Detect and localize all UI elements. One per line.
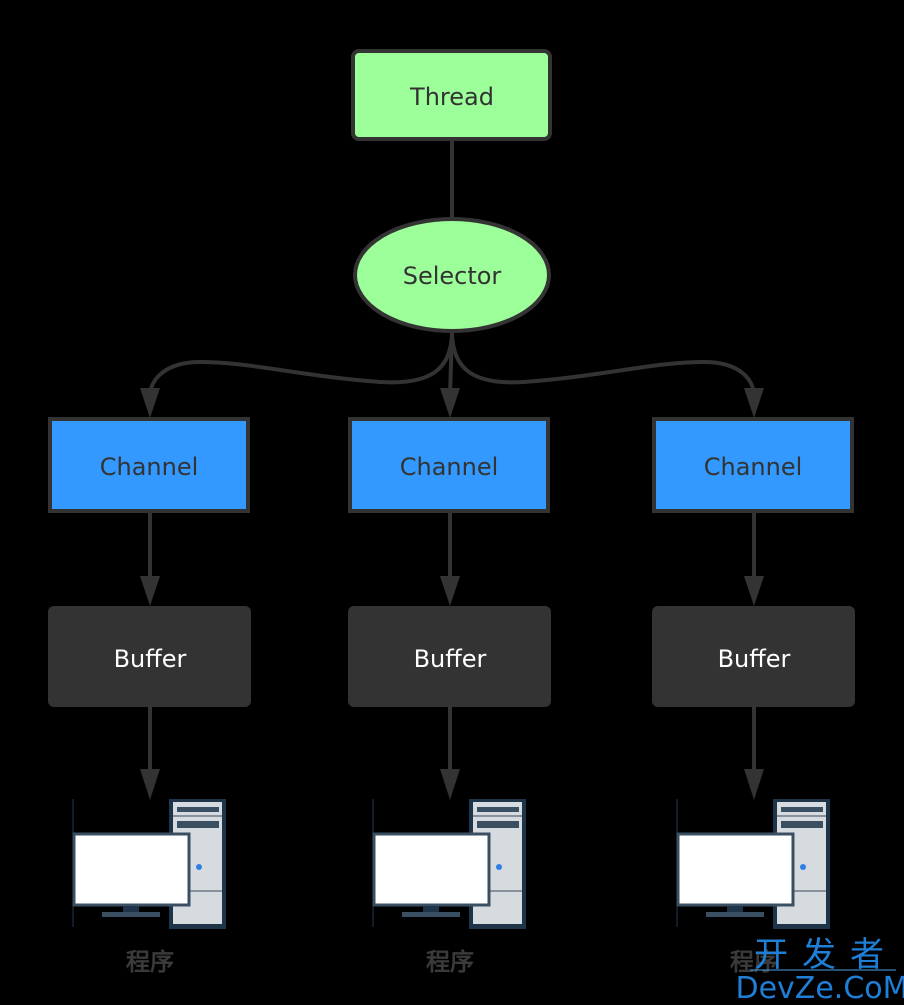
drive-bay-2 <box>781 821 823 828</box>
buffer-label: Buffer <box>114 645 187 673</box>
drive-bay-2 <box>177 821 219 828</box>
arrowhead-program <box>140 769 160 800</box>
monitor-base <box>102 912 160 917</box>
buffer-node[interactable]: Buffer <box>348 606 551 707</box>
column-2: Channel Buffer 程序 <box>348 417 551 976</box>
watermark: 开发者 DevZe.CoM <box>735 935 904 1005</box>
monitor-screen <box>676 832 795 907</box>
arrowhead-program <box>744 769 764 800</box>
thread-node[interactable]: Thread <box>351 49 552 141</box>
program-label: 程序 <box>126 948 174 976</box>
channel-label: Channel <box>704 453 803 481</box>
buffer-label: Buffer <box>718 645 791 673</box>
column-3: Channel Buffer 程序 <box>652 417 855 976</box>
selector-node[interactable]: Selector <box>353 217 551 333</box>
computer-icon <box>72 799 226 929</box>
monitor-base <box>402 912 460 917</box>
computer-icon <box>676 799 830 929</box>
channel-label: Channel <box>100 453 199 481</box>
monitor-neck <box>727 906 743 913</box>
arrowhead-program <box>440 769 460 800</box>
diagram-canvas: Thread Selector Channel Buffer 程序 Channe… <box>48 49 904 1005</box>
drive-bay-1 <box>177 807 219 812</box>
channel-label: Channel <box>400 453 499 481</box>
channel-node[interactable]: Channel <box>48 417 250 513</box>
channel-node[interactable]: Channel <box>652 417 854 513</box>
buffer-node[interactable]: Buffer <box>48 606 251 707</box>
arrowhead-buffer <box>744 576 764 606</box>
monitor-screen <box>372 832 491 907</box>
monitor-neck <box>123 906 139 913</box>
buffer-node[interactable]: Buffer <box>652 606 855 707</box>
drive-bay-1 <box>477 807 519 812</box>
watermark-chinese: 开发者 <box>754 935 898 975</box>
arrowhead-channel-1 <box>140 388 160 418</box>
monitor-screen <box>72 832 191 907</box>
computer-icon <box>372 799 526 929</box>
arrowhead-channel-3 <box>744 388 764 418</box>
buffer-label: Buffer <box>414 645 487 673</box>
arrowhead-buffer <box>440 576 460 606</box>
monitor-neck <box>423 906 439 913</box>
drive-bay-1 <box>781 807 823 812</box>
drive-bay-2 <box>477 821 519 828</box>
program-label: 程序 <box>426 948 474 976</box>
edge-selector-channel-1 <box>148 330 454 397</box>
power-led <box>800 864 806 870</box>
arrowhead-channel-2 <box>440 388 460 418</box>
column-1: Channel Buffer 程序 <box>48 417 251 976</box>
edge-selector-channel-3 <box>450 330 756 397</box>
selector-label: Selector <box>403 262 502 290</box>
thread-label: Thread <box>409 83 494 111</box>
watermark-english: DevZe.CoM <box>735 971 904 1005</box>
power-led <box>496 864 502 870</box>
power-led <box>196 864 202 870</box>
arrowhead-buffer <box>140 576 160 606</box>
monitor-base <box>706 912 764 917</box>
channel-node[interactable]: Channel <box>348 417 550 513</box>
